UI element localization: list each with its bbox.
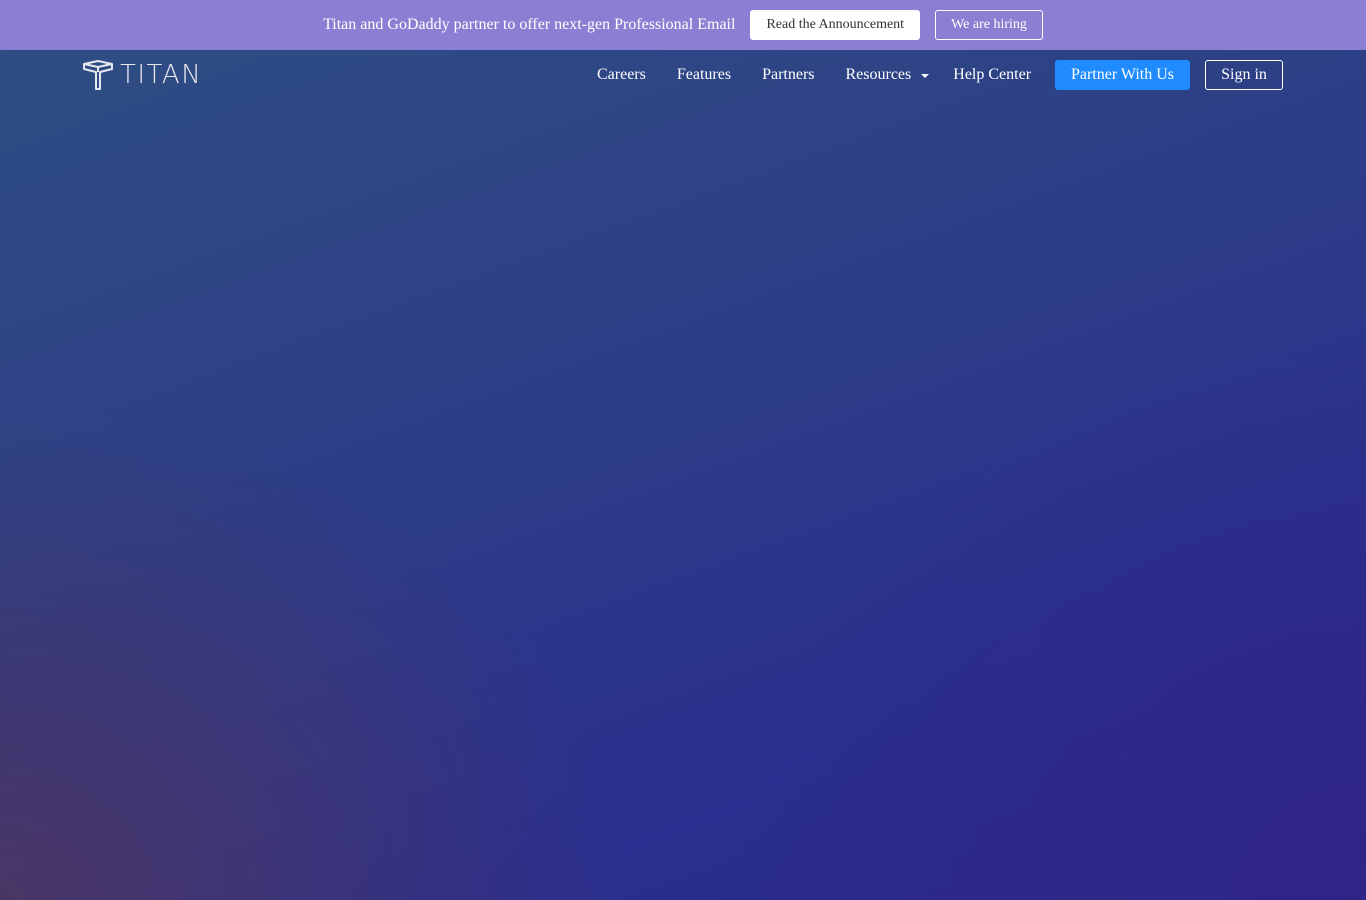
announcement-text: Titan and GoDaddy partner to offer next-…	[323, 16, 736, 33]
nav-resources-dropdown[interactable]: Resources	[846, 66, 930, 84]
titan-cube-icon	[82, 60, 114, 90]
nav-resources-label: Resources	[845, 66, 912, 83]
main-nav: Careers Features Partners Resources Help…	[597, 50, 1062, 100]
nav-help-center[interactable]: Help Center	[953, 66, 1031, 84]
partner-with-us-button[interactable]: Partner With Us	[1055, 60, 1190, 90]
nav-careers[interactable]: Careers	[597, 66, 646, 84]
announcement-bar: Titan and GoDaddy partner to offer next-…	[0, 0, 1366, 50]
navbar: TITAN Careers Features Partners Resource…	[0, 50, 1366, 100]
caret-down-icon	[921, 74, 930, 78]
we-are-hiring-button[interactable]: We are hiring	[935, 10, 1043, 40]
read-announcement-button[interactable]: Read the Announcement	[750, 10, 921, 40]
titan-logo[interactable]: TITAN	[82, 59, 202, 91]
hero-background	[0, 0, 1366, 900]
logo-text: TITAN	[120, 60, 203, 90]
sign-in-button[interactable]: Sign in	[1205, 60, 1283, 90]
nav-features[interactable]: Features	[677, 66, 731, 84]
nav-partners[interactable]: Partners	[762, 66, 814, 84]
